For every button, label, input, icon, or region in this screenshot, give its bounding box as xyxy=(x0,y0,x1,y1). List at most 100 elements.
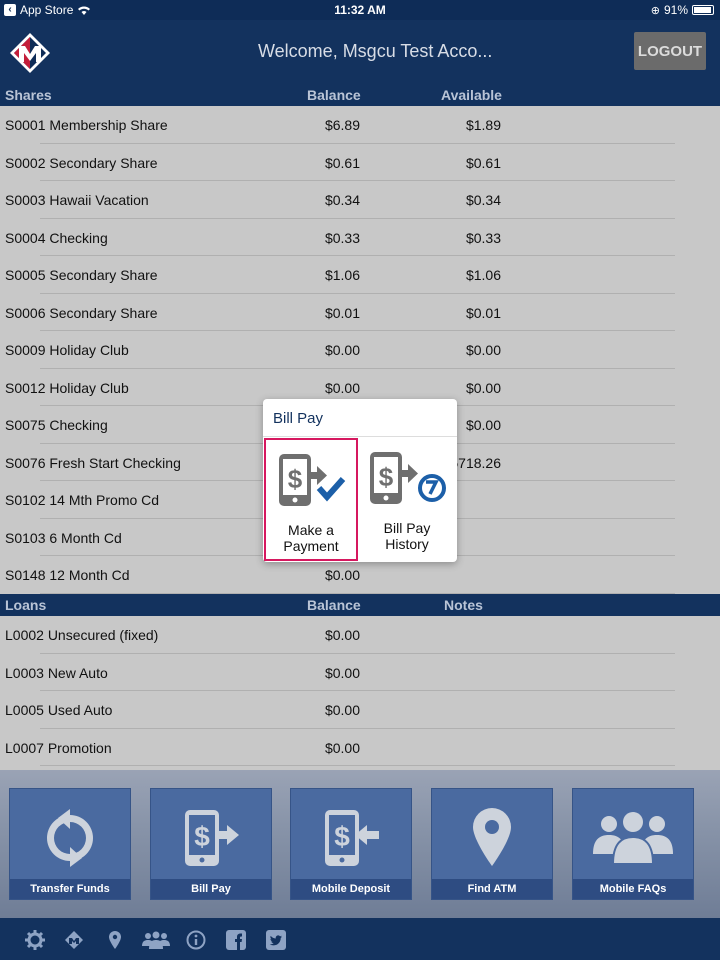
tile-label: Transfer Funds xyxy=(10,879,130,899)
account-name: S0075 Checking xyxy=(5,417,108,433)
loans-header-title: Loans xyxy=(5,597,47,613)
table-row[interactable]: S0001 Membership Share $6.89 $1.89 xyxy=(0,106,675,144)
status-time: 11:32 AM xyxy=(334,3,386,17)
twitter-icon[interactable] xyxy=(265,929,287,951)
logout-button[interactable]: LOGOUT xyxy=(634,32,706,70)
shares-header-balance: Balance xyxy=(307,87,361,103)
tile-label: Find ATM xyxy=(432,879,552,899)
table-row[interactable]: L0003 New Auto $0.00 xyxy=(0,654,675,692)
loan-name: L0003 New Auto xyxy=(5,664,108,681)
account-balance: $0.34 xyxy=(324,192,360,208)
account-available: $0.33 xyxy=(465,229,501,246)
refresh-icon xyxy=(47,809,93,867)
table-row[interactable]: S0002 Secondary Share $0.61 $0.61 xyxy=(0,144,675,182)
table-row[interactable]: L0002 Unsecured (fixed) $0.00 xyxy=(0,616,675,654)
bill-pay-icon: $ xyxy=(185,810,239,866)
label-line: History xyxy=(385,536,429,552)
loans-header-notes: Notes xyxy=(444,597,483,613)
tile-label: Mobile Deposit xyxy=(291,879,411,899)
shares-header-available: Available xyxy=(441,87,502,103)
tile-find-atm[interactable]: Find ATM xyxy=(431,788,553,900)
account-available: $0.34 xyxy=(465,192,501,208)
mobile-deposit-icon: $ xyxy=(325,810,379,866)
gear-icon[interactable] xyxy=(24,929,46,951)
logo-icon[interactable] xyxy=(63,929,85,951)
account-available: $1.06 xyxy=(465,267,501,283)
svg-text:$: $ xyxy=(379,462,394,492)
table-row[interactable]: L0005 Used Auto $0.00 xyxy=(0,691,675,729)
location-pin-icon xyxy=(473,808,511,866)
svg-text:$: $ xyxy=(194,821,210,852)
loan-name: L0007 Promotion xyxy=(5,739,112,756)
tile-mobile-deposit[interactable]: $ Mobile Deposit xyxy=(290,788,412,900)
status-right: ⊕ 91% xyxy=(651,3,714,17)
account-balance: $0.61 xyxy=(324,154,360,171)
label-line: Bill Pay xyxy=(383,520,431,536)
loan-balance: $0.00 xyxy=(324,664,360,681)
status-bar: ‹ App Store 11:32 AM ⊕ 91% xyxy=(0,0,720,20)
label-line: Payment xyxy=(283,538,339,554)
svg-text:$: $ xyxy=(288,464,303,494)
facebook-icon[interactable] xyxy=(225,929,247,951)
logo-icon xyxy=(10,33,50,73)
location-pin-icon[interactable] xyxy=(104,929,126,951)
account-balance: $0.00 xyxy=(324,379,360,396)
account-available: $0.00 xyxy=(465,342,501,358)
table-row[interactable]: L0007 Promotion $0.00 xyxy=(0,729,675,767)
popup-title: Bill Pay xyxy=(273,410,324,427)
battery-percent: 91% xyxy=(663,3,688,17)
account-available: $1.89 xyxy=(465,117,501,133)
info-icon[interactable] xyxy=(185,929,207,951)
table-row[interactable]: S0005 Secondary Share $1.06 $1.06 xyxy=(0,256,675,294)
table-row[interactable]: S0006 Secondary Share $0.01 $0.01 xyxy=(0,294,675,332)
loans-header-balance: Balance xyxy=(307,597,361,613)
svg-text:$: $ xyxy=(334,821,350,852)
loan-name: L0002 Unsecured (fixed) xyxy=(5,627,159,643)
table-row[interactable]: S0004 Checking $0.33 $0.33 xyxy=(0,219,675,257)
account-name: S0102 14 Mth Promo Cd xyxy=(5,492,160,508)
label-line: Make a xyxy=(288,522,334,538)
table-row[interactable]: S0009 Holiday Club $0.00 $0.00 xyxy=(0,331,675,369)
bill-pay-history-label: Bill Pay History xyxy=(360,520,454,552)
loan-balance: $0.00 xyxy=(324,739,360,756)
account-name: S0148 12 Month Cd xyxy=(5,567,130,583)
account-name: S0103 6 Month Cd xyxy=(5,529,122,546)
make-payment-label: Make a Payment xyxy=(266,522,356,554)
account-name: S0012 Holiday Club xyxy=(5,379,129,396)
account-balance: $1.06 xyxy=(324,267,360,283)
account-balance: $6.89 xyxy=(324,117,360,133)
tile-mobile-faqs[interactable]: Mobile FAQs xyxy=(572,788,694,900)
shares-header-title: Shares xyxy=(5,87,52,103)
account-balance: $0.00 xyxy=(324,567,360,583)
welcome-text: Welcome, Msgcu Test Acco... xyxy=(258,41,493,61)
popup-divider xyxy=(263,436,457,437)
tile-label: Mobile FAQs xyxy=(573,879,693,899)
bill-pay-popup: Bill Pay $ Make a Payment $ Bill Pay His… xyxy=(263,399,457,562)
account-name: S0005 Secondary Share xyxy=(5,267,158,283)
tile-bill-pay[interactable]: $ Bill Pay xyxy=(150,788,272,900)
battery-icon xyxy=(692,5,714,15)
account-available: $0.00 xyxy=(465,417,501,433)
loan-balance: $0.00 xyxy=(324,627,360,643)
account-available: $0.00 xyxy=(465,379,501,396)
account-balance: $0.33 xyxy=(324,229,360,246)
quick-actions: Transfer Funds $ Bill Pay $ Mobile Depos… xyxy=(0,770,720,918)
bill-pay-history-option[interactable]: $ Bill Pay History xyxy=(360,438,454,561)
tile-transfer-funds[interactable]: Transfer Funds xyxy=(9,788,131,900)
make-payment-option[interactable]: $ Make a Payment xyxy=(264,438,358,561)
table-row[interactable]: S0003 Hawaii Vacation $0.34 $0.34 xyxy=(0,181,675,219)
bill-pay-history-icon: $ xyxy=(370,452,446,504)
loan-name: L0005 Used Auto xyxy=(5,702,113,718)
loans-header: Loans Balance Notes xyxy=(0,594,720,616)
people-icon[interactable] xyxy=(142,929,170,951)
make-payment-icon: $ xyxy=(279,454,346,506)
account-name: S0002 Secondary Share xyxy=(5,154,158,171)
footer-bar xyxy=(0,918,720,960)
tile-label: Bill Pay xyxy=(151,879,271,899)
loan-balance: $0.00 xyxy=(324,702,360,718)
shares-header: Shares Balance Available xyxy=(0,84,720,106)
account-name: S0006 Secondary Share xyxy=(5,304,158,321)
account-name: S0003 Hawaii Vacation xyxy=(5,192,149,208)
account-available: $0.01 xyxy=(465,304,501,321)
orientation-lock-icon: ⊕ xyxy=(650,4,660,17)
